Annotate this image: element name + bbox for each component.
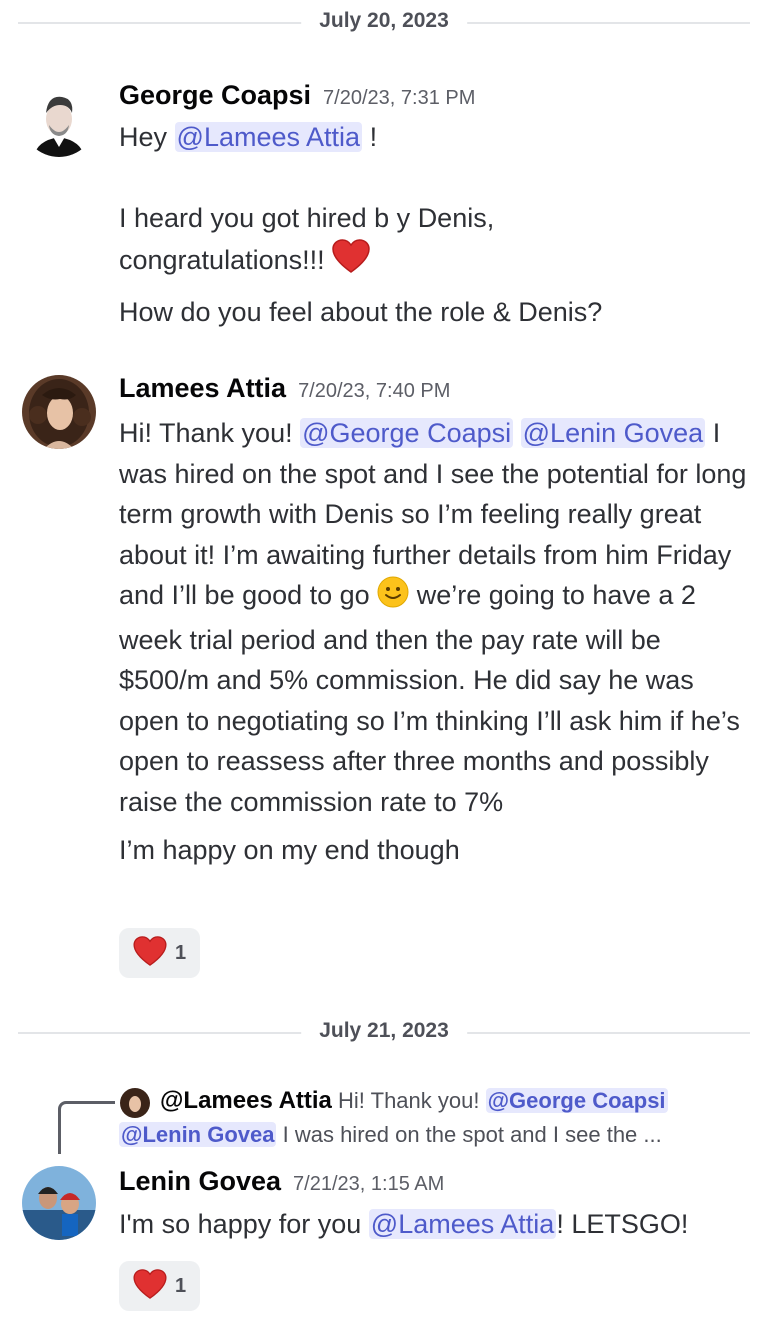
- reply-avatar: [120, 1088, 150, 1118]
- reaction-count: 1: [174, 1274, 187, 1297]
- message-timestamp: 7/20/23, 7:31 PM: [323, 87, 476, 109]
- date-divider: July 20, 2023: [18, 9, 750, 33]
- message-content: Hi! Thank you! @George Coapsi @Lenin Gov…: [119, 418, 747, 865]
- red-heart-emoji-icon: [133, 935, 167, 971]
- message-author[interactable]: Lenin Govea 7/21/23, 1:15 AM: [119, 1166, 444, 1197]
- avatar[interactable]: [22, 83, 96, 157]
- reply-preview[interactable]: @Lamees Attia Hi! Thank you! @George Coa…: [160, 1085, 720, 1117]
- message-content: Hey @Lamees Attia ! I heard you got hire…: [119, 122, 603, 327]
- date-divider: July 21, 2023: [18, 1019, 750, 1043]
- reply-preview-line-2[interactable]: @Lenin Govea I was hired on the spot and…: [119, 1119, 679, 1151]
- message-content: I'm so happy for you @Lamees Attia! LETS…: [119, 1209, 689, 1239]
- message-timestamp: 7/20/23, 7:40 PM: [298, 380, 451, 402]
- avatar[interactable]: [22, 1166, 96, 1240]
- message-author[interactable]: Lamees Attia 7/20/23, 7:40 PM: [119, 373, 450, 404]
- red-heart-emoji-icon: [332, 238, 370, 285]
- message-timestamp: 7/21/23, 1:15 AM: [293, 1173, 445, 1195]
- heart-reaction-button[interactable]: 1: [119, 1261, 200, 1311]
- user-mention[interactable]: @Lenin Govea: [119, 1122, 277, 1147]
- slightly-smiling-face-emoji-icon: [377, 576, 409, 620]
- user-mention[interactable]: @Lenin Govea: [520, 418, 706, 448]
- date-divider-label: July 20, 2023: [301, 9, 467, 33]
- user-mention[interactable]: @Lamees Attia: [368, 1209, 557, 1239]
- user-mention[interactable]: @Lamees Attia: [174, 122, 363, 152]
- message-author[interactable]: George Coapsi 7/20/23, 7:31 PM: [119, 80, 475, 111]
- red-heart-emoji-icon: [133, 1268, 167, 1304]
- user-mention[interactable]: @George Coapsi: [485, 1088, 668, 1113]
- reaction-count: 1: [174, 941, 187, 964]
- avatar[interactable]: [22, 375, 96, 449]
- user-mention[interactable]: @George Coapsi: [300, 418, 514, 448]
- date-divider-label: July 21, 2023: [301, 1019, 467, 1043]
- heart-reaction-button[interactable]: 1: [119, 928, 200, 978]
- reply-connector: [58, 1101, 115, 1154]
